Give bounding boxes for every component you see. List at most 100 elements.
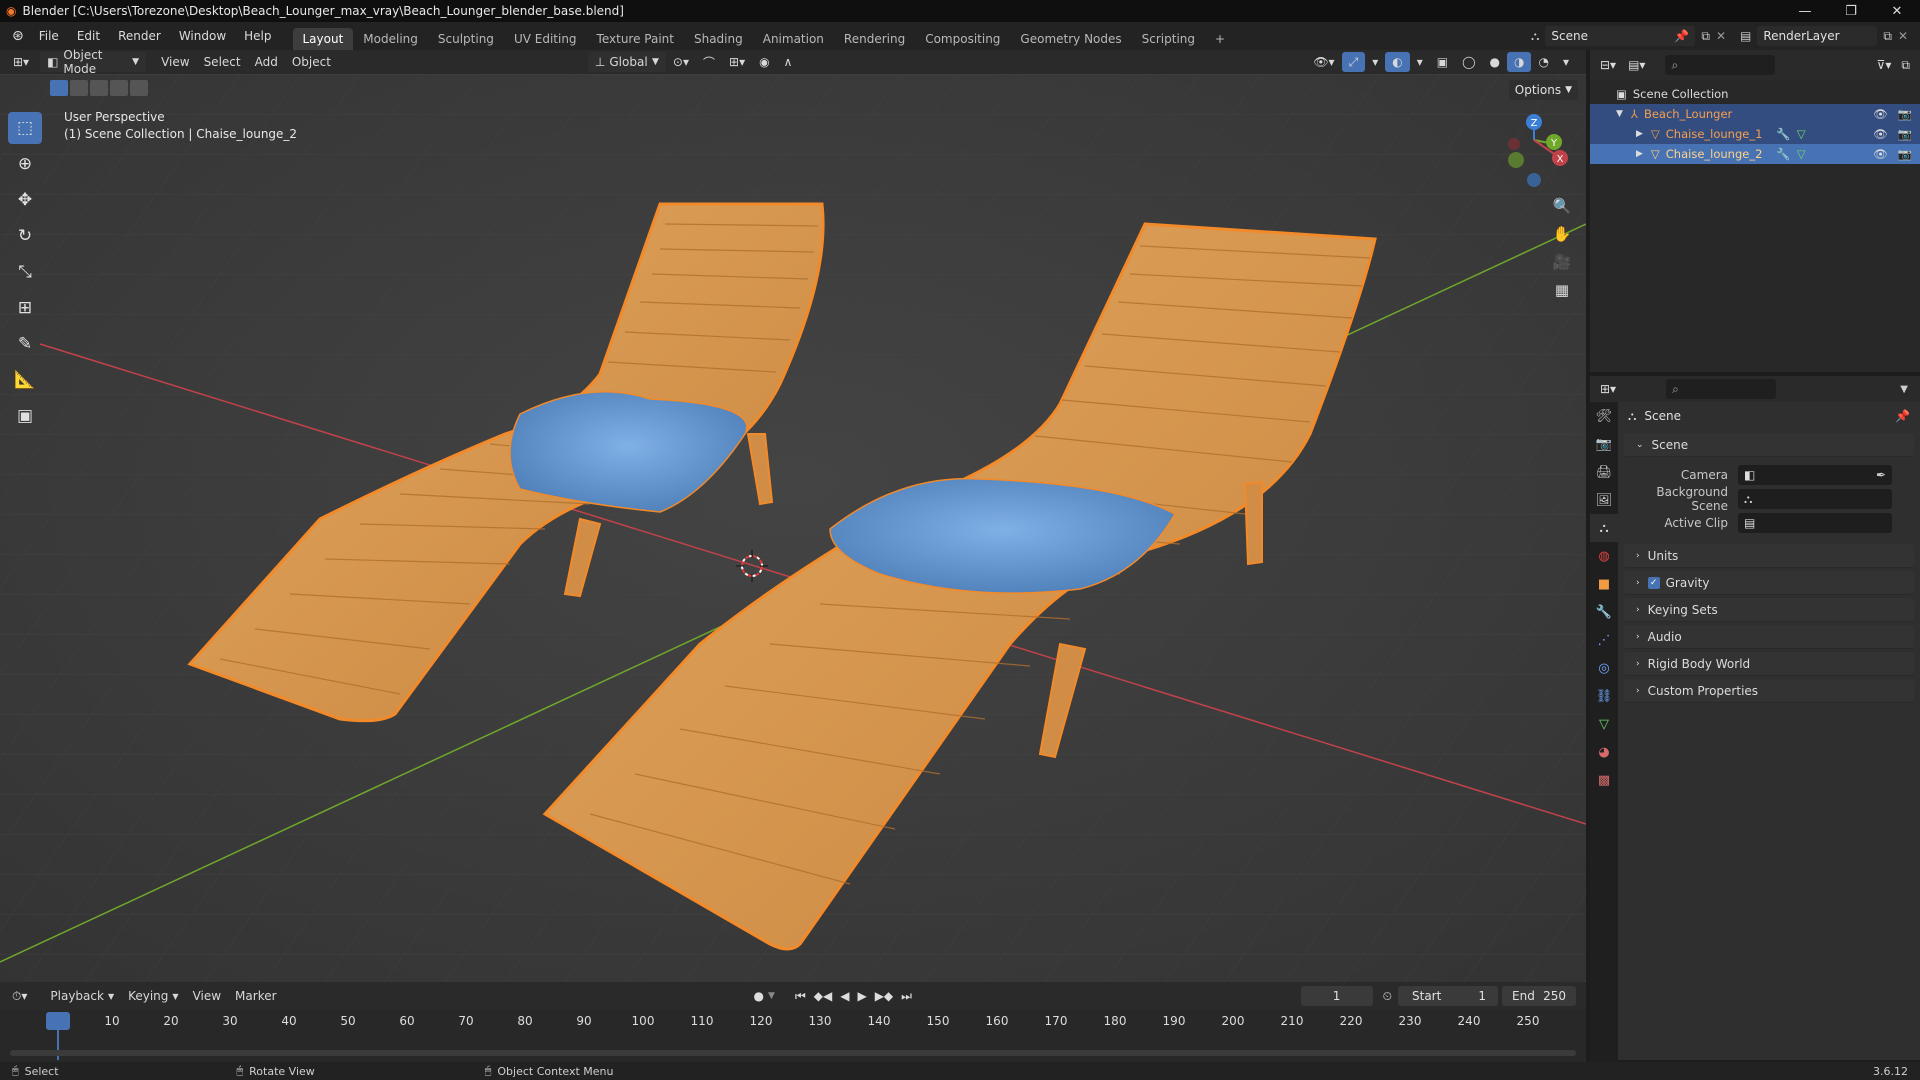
timeline-scrollbar[interactable]: [10, 1050, 1576, 1056]
data-tab-icon[interactable]: ▽: [1590, 710, 1618, 738]
camera-icon[interactable]: 📷: [1898, 107, 1912, 121]
panel-audio[interactable]: › Audio: [1624, 625, 1914, 649]
expand-arrow-icon[interactable]: ▼: [1616, 109, 1623, 119]
minimize-button[interactable]: —: [1782, 4, 1828, 19]
physics-tab-icon[interactable]: ◎: [1590, 654, 1618, 682]
transform-tool-icon[interactable]: ⊞: [8, 292, 42, 324]
delete-scene-icon[interactable]: ✕: [1716, 29, 1726, 43]
new-layer-icon[interactable]: ⧉: [1883, 29, 1892, 44]
current-frame-field[interactable]: 1: [1300, 986, 1373, 1006]
overlays-dropdown-icon[interactable]: ▾: [1410, 52, 1430, 72]
record-dropdown-icon[interactable]: ▼: [768, 991, 775, 1001]
timeline-menu-keying[interactable]: Keying ▼: [121, 986, 185, 1006]
tool-tab-icon[interactable]: 🛠: [1590, 402, 1618, 430]
camera-icon[interactable]: 📷: [1898, 147, 1912, 161]
overlays-toggle-icon[interactable]: ◐: [1385, 52, 1410, 72]
annotate-tool-icon[interactable]: ✎: [8, 328, 42, 360]
play-reverse-icon[interactable]: ◀: [840, 989, 849, 1003]
viewport-menu-view[interactable]: View: [154, 52, 196, 72]
use-preview-range-icon[interactable]: ⏲: [1383, 989, 1392, 1004]
new-collection-icon[interactable]: ⧉: [1901, 58, 1910, 73]
viewport-menu-select[interactable]: Select: [197, 52, 248, 72]
add-cube-tool-icon[interactable]: ▣: [8, 400, 42, 432]
render-layer-icon[interactable]: ▤: [1740, 29, 1751, 43]
gravity-checkbox[interactable]: ✓: [1647, 576, 1660, 589]
outliner-editor-type-icon[interactable]: ⊟▾: [1600, 58, 1616, 72]
panel-scene[interactable]: ⌄ Scene: [1624, 433, 1914, 457]
delete-layer-icon[interactable]: ✕: [1898, 29, 1908, 43]
add-workspace-button[interactable]: +: [1205, 28, 1235, 50]
render-layer-field[interactable]: RenderLayer: [1757, 26, 1878, 46]
select-new-icon[interactable]: [50, 80, 68, 96]
menu-edit[interactable]: Edit: [68, 22, 109, 50]
blender-menu-icon[interactable]: ⊛: [12, 28, 24, 44]
mesh-data-icon[interactable]: ▽: [1797, 127, 1806, 141]
filter-icon[interactable]: ⊽▾: [1877, 58, 1892, 72]
playhead[interactable]: [46, 1012, 70, 1030]
panel-gravity[interactable]: › ✓ Gravity: [1624, 571, 1914, 595]
modifier-icon[interactable]: 🔧: [1776, 127, 1790, 141]
menu-help[interactable]: Help: [235, 22, 280, 50]
background-scene-field[interactable]: ⛬: [1738, 489, 1892, 509]
tab-shading[interactable]: Shading: [684, 28, 753, 50]
tab-uv-editing[interactable]: UV Editing: [504, 28, 587, 50]
tab-modeling[interactable]: Modeling: [353, 28, 428, 50]
eyedropper-icon[interactable]: ✒: [1876, 468, 1886, 482]
proportional-edit-icon[interactable]: ◉: [752, 52, 776, 72]
outliner-scene-collection[interactable]: ▣ Scene Collection: [1590, 84, 1920, 104]
properties-editor-type-icon[interactable]: ⊞▾: [1600, 382, 1616, 396]
object-tab-icon[interactable]: ■: [1590, 570, 1618, 598]
maximize-button[interactable]: ❐: [1828, 4, 1874, 19]
editor-type-icon[interactable]: ⊞▾: [6, 52, 36, 72]
eye-icon[interactable]: 👁: [1873, 127, 1888, 141]
camera-field[interactable]: ◧ ✒: [1738, 465, 1892, 485]
close-button[interactable]: ✕: [1874, 4, 1920, 19]
shading-dropdown-icon[interactable]: ▾: [1556, 52, 1576, 72]
render-tab-icon[interactable]: 📷: [1590, 430, 1618, 458]
scene-selector-icon[interactable]: ⛬: [1531, 29, 1539, 44]
tab-rendering[interactable]: Rendering: [834, 28, 915, 50]
tab-compositing[interactable]: Compositing: [915, 28, 1010, 50]
modifier-icon[interactable]: 🔧: [1776, 147, 1790, 161]
jump-end-icon[interactable]: ⏭: [901, 989, 912, 1004]
falloff-icon[interactable]: ∧: [777, 52, 800, 72]
gizmo-dropdown-icon[interactable]: ▾: [1365, 52, 1385, 72]
tab-animation[interactable]: Animation: [753, 28, 834, 50]
select-intersect-icon[interactable]: [130, 80, 148, 96]
zoom-icon[interactable]: 🔍: [1548, 192, 1576, 220]
viewport-menu-add[interactable]: Add: [248, 52, 285, 72]
select-subtract-icon[interactable]: [90, 80, 108, 96]
view-layer-tab-icon[interactable]: 🖼: [1590, 486, 1618, 514]
menu-render[interactable]: Render: [109, 22, 170, 50]
rotate-tool-icon[interactable]: ↻: [8, 220, 42, 252]
snap-target-icon[interactable]: ⊞▾: [722, 52, 752, 72]
panel-custom-properties[interactable]: › Custom Properties: [1624, 679, 1914, 703]
outliner-item-beach-lounger[interactable]: ▼ ⅄ Beach_Lounger 👁 📷: [1590, 104, 1920, 124]
pin-icon[interactable]: 📌: [1895, 409, 1910, 423]
scale-tool-icon[interactable]: ⤡: [8, 256, 42, 288]
display-mode-icon[interactable]: ▤▾: [1628, 58, 1645, 72]
jump-start-icon[interactable]: ⏮: [795, 989, 806, 1004]
tab-sculpting[interactable]: Sculpting: [428, 28, 504, 50]
solid-shading-icon[interactable]: ●: [1483, 52, 1507, 72]
visibility-icon[interactable]: 👁▾: [1306, 52, 1341, 72]
tab-geometry-nodes[interactable]: Geometry Nodes: [1010, 28, 1131, 50]
mesh-data-icon[interactable]: ▽: [1797, 147, 1806, 161]
expand-arrow-icon[interactable]: ▶: [1636, 149, 1643, 159]
outliner-search-input[interactable]: ⌕: [1665, 55, 1776, 75]
transform-orientation-dropdown[interactable]: ⊥ Global ▼: [587, 52, 666, 72]
texture-tab-icon[interactable]: ▩: [1590, 766, 1618, 794]
viewport-menu-object[interactable]: Object: [285, 52, 338, 72]
wireframe-shading-icon[interactable]: ◯: [1455, 52, 1482, 72]
timeline-menu-marker[interactable]: Marker: [228, 986, 283, 1006]
tab-scripting[interactable]: Scripting: [1132, 28, 1205, 50]
outliner-item-chaise-lounge-1[interactable]: ▶ ▽ Chaise_lounge_1 🔧 ▽ 👁 📷: [1590, 124, 1920, 144]
prev-keyframe-icon[interactable]: ◆◀: [814, 989, 832, 1003]
gizmo-toggle-icon[interactable]: ⤢: [1341, 52, 1366, 72]
timeline-ruler[interactable]: 1102030405060708090100110120130140150160…: [0, 1010, 1586, 1062]
output-tab-icon[interactable]: 🖨: [1590, 458, 1618, 486]
scene-tab-icon[interactable]: ⛬: [1590, 514, 1618, 542]
perspective-toggle-icon[interactable]: ▦: [1548, 276, 1576, 304]
modifier-tab-icon[interactable]: 🔧: [1590, 598, 1618, 626]
tab-texture-paint[interactable]: Texture Paint: [587, 28, 684, 50]
